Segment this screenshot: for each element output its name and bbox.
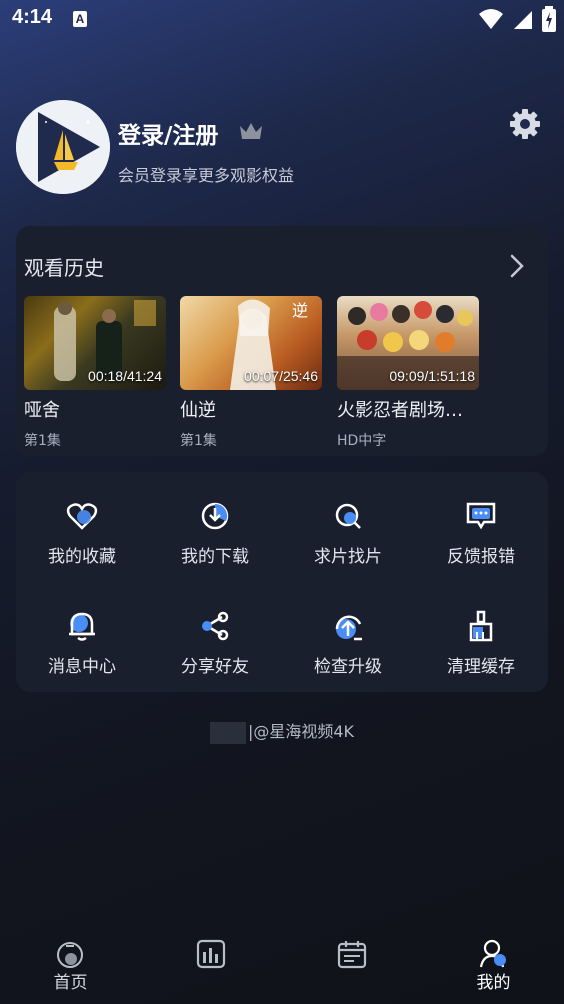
video-thumbnail[interactable]: 逆 00:07/25:46: [180, 296, 322, 390]
downloads-button[interactable]: 我的下载: [149, 476, 281, 576]
footer-note: |@星海视频4K: [0, 718, 564, 744]
history-item[interactable]: 逆 00:07/25:46 仙逆 第1集: [180, 296, 322, 450]
share-icon: [202, 611, 229, 641]
app-logo-icon: [16, 100, 110, 194]
video-thumbnail[interactable]: 00:18/41:24: [24, 296, 166, 390]
redacted-block: [209, 721, 246, 744]
request-movie-button[interactable]: 求片找片: [282, 476, 414, 576]
crown-icon: [240, 123, 262, 139]
messages-button[interactable]: 消息中心: [16, 586, 148, 686]
video-episode: 第1集: [24, 433, 61, 449]
nav-rankings[interactable]: [141, 930, 282, 1004]
nav-home[interactable]: 首页: [0, 930, 141, 1004]
feature-grid: 我的收藏 我的下载 求片找片 反馈报错 消息中心 分享好友 检查升级 清理缓存: [16, 472, 548, 692]
login-register-link[interactable]: 登录/注册: [118, 116, 218, 150]
nav-schedule[interactable]: [282, 930, 423, 1004]
video-title: 哑舍: [24, 400, 60, 421]
svg-text:逆: 逆: [292, 301, 308, 320]
notification-icon: A: [73, 11, 87, 27]
progress-time: 09:09/1:51:18: [389, 368, 475, 384]
clear-cache-button[interactable]: 清理缓存: [415, 586, 547, 686]
progress-time: 00:07/25:46: [244, 368, 318, 384]
grid-label: 反馈报错: [447, 547, 515, 567]
video-episode: 第1集: [180, 433, 217, 449]
history-item[interactable]: 00:18/41:24 哑舍 第1集: [24, 296, 166, 450]
bottom-nav: 首页 我的: [0, 930, 564, 1004]
grid-label: 清理缓存: [447, 657, 515, 677]
bell-icon: [69, 612, 95, 641]
progress-time: 00:18/41:24: [88, 368, 162, 384]
avatar[interactable]: [16, 100, 110, 194]
profile-icon: [479, 939, 506, 968]
search-movie-icon: [335, 503, 361, 529]
grid-label: 求片找片: [314, 547, 382, 567]
grid-label: 检查升级: [314, 657, 382, 677]
footer-text: |@星海视频4K: [247, 722, 355, 741]
status-time: 4:14: [12, 6, 53, 28]
upgrade-icon: [335, 615, 362, 641]
grid-label: 消息中心: [48, 657, 116, 677]
video-episode: HD中字: [337, 433, 387, 449]
watch-history-card: 观看历史 00:18/41:24 哑舍 第1集 逆 00:07/25:46 仙逆…: [16, 226, 548, 456]
grid-label: 我的下载: [181, 547, 249, 567]
feedback-icon: [466, 502, 496, 530]
status-bar: 4:14 A: [0, 0, 564, 38]
share-button[interactable]: 分享好友: [149, 586, 281, 686]
video-title: 仙逆: [180, 400, 216, 421]
grid-label: 我的收藏: [48, 547, 116, 567]
signal-icon: [514, 11, 532, 29]
nav-me[interactable]: 我的: [423, 930, 564, 1004]
favorites-button[interactable]: 我的收藏: [16, 476, 148, 576]
gear-icon[interactable]: [507, 106, 543, 142]
home-icon: [57, 942, 83, 968]
grid-label: 分享好友: [181, 657, 249, 677]
wifi-icon: [479, 9, 503, 29]
broom-icon: [469, 610, 493, 642]
chevron-right-icon[interactable]: [509, 253, 525, 279]
watch-history-title: 观看历史: [24, 256, 104, 280]
status-icons: [478, 6, 556, 32]
video-title: 火影忍者剧场…: [337, 400, 463, 421]
calendar-icon: [337, 941, 367, 969]
heart-icon: [66, 503, 98, 530]
history-item[interactable]: 09:09/1:51:18 火影忍者剧场… HD中字: [337, 296, 479, 450]
chart-icon: [196, 939, 226, 969]
download-icon: [201, 502, 229, 530]
nav-label: 首页: [53, 973, 88, 993]
nav-label: 我的: [476, 973, 511, 993]
video-thumbnail[interactable]: 09:09/1:51:18: [337, 296, 479, 390]
feedback-button[interactable]: 反馈报错: [415, 476, 547, 576]
battery-icon: [542, 6, 556, 32]
profile-subtitle: 会员登录享更多观影权益: [118, 166, 295, 185]
check-update-button[interactable]: 检查升级: [282, 586, 414, 686]
